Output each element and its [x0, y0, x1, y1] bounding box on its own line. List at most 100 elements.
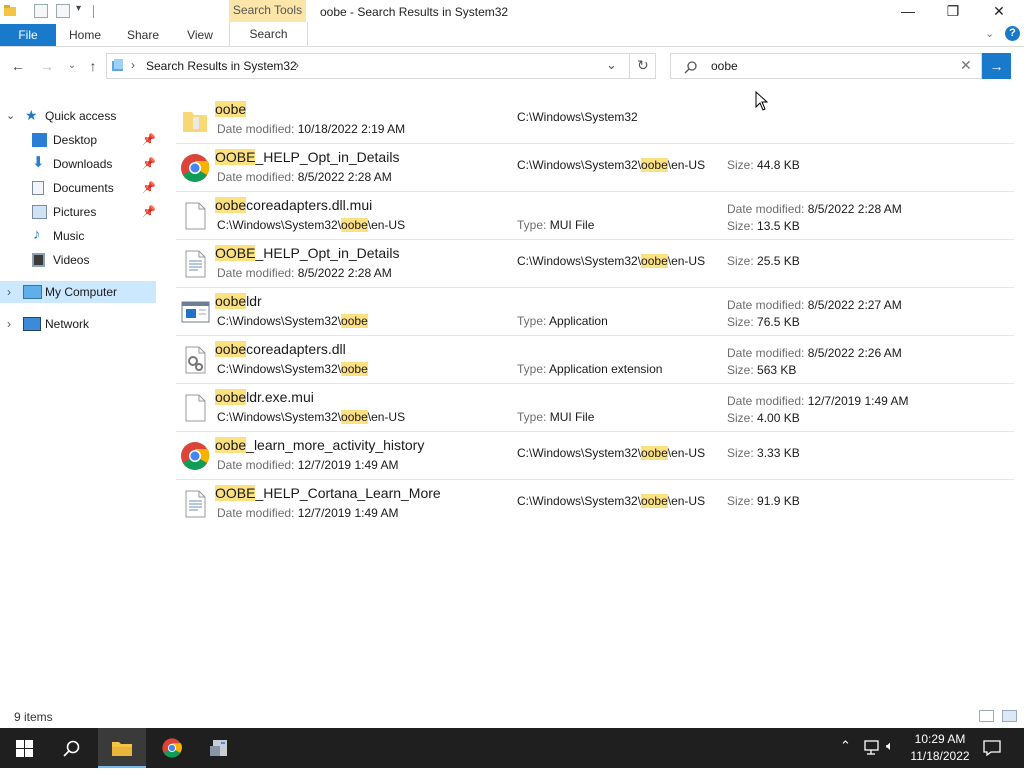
nav-item-desktop[interactable]: Desktop 📌: [0, 129, 156, 151]
result-row[interactable]: oobe_learn_more_activity_history Date mo…: [176, 432, 1014, 480]
properties-icon[interactable]: [34, 4, 48, 18]
window-title: oobe - Search Results in System32: [320, 5, 509, 19]
details-view-icon[interactable]: [979, 710, 994, 722]
clock-time: 10:29 AM: [914, 732, 966, 746]
file-type: Type: MUI File: [517, 218, 594, 232]
size-value: 13.5 KB: [757, 219, 800, 233]
large-icons-view-icon[interactable]: [1002, 710, 1017, 722]
nav-item-documents[interactable]: Documents 📌: [0, 177, 156, 199]
customize-qat-icon[interactable]: ▾: [76, 3, 81, 14]
volume-icon[interactable]: 🔈︎: [886, 738, 894, 754]
result-row[interactable]: oobeldr.exe.mui C:\Windows\System32\oobe…: [176, 384, 1014, 432]
path-part: \en-US: [367, 410, 406, 424]
taskbar-chrome[interactable]: [148, 728, 196, 768]
date-modified: Date modified: 12/7/2019 1:49 AM: [217, 458, 398, 472]
maximize-button[interactable]: ❐: [930, 0, 976, 24]
expand-ribbon-icon[interactable]: ⌄: [985, 27, 994, 40]
minimize-button[interactable]: —: [885, 0, 931, 24]
nav-item-pictures[interactable]: Pictures 📌: [0, 201, 156, 223]
file-name[interactable]: oobecoreadapters.dll: [215, 341, 346, 357]
size-label: Size:: [727, 254, 754, 268]
taskbar-file-explorer[interactable]: [98, 728, 146, 768]
start-button[interactable]: [0, 728, 48, 768]
date-modified: Date modified: 8/5/2022 2:28 AM: [727, 202, 902, 216]
search-input[interactable]: oobe: [711, 59, 738, 73]
file-name[interactable]: OOBE_HELP_Opt_in_Details: [215, 245, 399, 261]
path-part: C:\Windows\System32\: [517, 494, 642, 508]
chevron-right-icon[interactable]: ›: [7, 281, 11, 303]
name-rest: _HELP_Opt_in_Details: [255, 245, 400, 261]
date-value: 8/5/2022 2:28 AM: [297, 266, 392, 280]
file-name[interactable]: OOBE_HELP_Cortana_Learn_More: [215, 485, 441, 501]
date-modified: Date modified: 8/5/2022 2:26 AM: [727, 346, 902, 360]
network-status-icon[interactable]: [863, 740, 880, 755]
date-modified: Date modified: 8/5/2022 2:27 AM: [727, 298, 902, 312]
address-bar[interactable]: › Search Results in System32 › ⌄ ↻: [106, 53, 656, 79]
nav-label: Quick access: [45, 109, 117, 123]
explorer-app-icon[interactable]: [3, 4, 17, 18]
notifications-icon[interactable]: [983, 740, 1001, 756]
nav-item-my-computer[interactable]: › My Computer: [0, 281, 156, 303]
taskbar-search-button[interactable]: [48, 728, 96, 768]
result-row[interactable]: oobecoreadapters.dll C:\Windows\System32…: [176, 336, 1014, 384]
show-hidden-icons[interactable]: ⌃: [840, 738, 851, 754]
chrome-icon: [181, 154, 210, 182]
result-row[interactable]: OOBE_HELP_Cortana_Learn_More Date modifi…: [176, 480, 1014, 527]
address-dropdown-icon[interactable]: ⌄: [606, 57, 617, 73]
tab-view[interactable]: View: [182, 24, 218, 46]
name-highlight: oobe: [215, 341, 247, 357]
tab-home[interactable]: Home: [66, 24, 104, 46]
help-icon[interactable]: ?: [1005, 26, 1020, 41]
chevron-right-icon[interactable]: ›: [7, 313, 11, 335]
folder-icon: [183, 112, 207, 132]
file-name[interactable]: OOBE_HELP_Opt_in_Details: [215, 149, 399, 165]
date-label: Date modified:: [727, 202, 805, 216]
file-name[interactable]: oobe_learn_more_activity_history: [215, 437, 424, 453]
tab-file[interactable]: File: [0, 24, 56, 46]
refresh-icon[interactable]: ↻: [637, 57, 649, 74]
recent-locations-button[interactable]: ⌄: [63, 57, 81, 75]
nav-item-network[interactable]: › Network: [0, 313, 156, 335]
taskbar-server-manager[interactable]: [196, 728, 244, 768]
result-row[interactable]: OOBE_HELP_Opt_in_Details Date modified: …: [176, 144, 1014, 192]
back-button[interactable]: ←: [9, 57, 27, 75]
new-folder-icon[interactable]: [56, 4, 70, 18]
file-name[interactable]: oobeldr: [215, 293, 262, 309]
nav-item-downloads[interactable]: ⬇ Downloads 📌: [0, 153, 156, 175]
path-part: \en-US: [667, 254, 706, 268]
nav-quick-access[interactable]: ⌄ ★ Quick access: [0, 105, 156, 127]
nav-label: Pictures: [53, 205, 97, 219]
breadcrumb-separator: ›: [131, 58, 135, 72]
result-row[interactable]: oobecoreadapters.dll.mui C:\Windows\Syst…: [176, 192, 1014, 240]
path-highlight: oobe: [641, 446, 668, 460]
breadcrumb-separator[interactable]: ›: [295, 58, 299, 72]
file-name[interactable]: oobe: [215, 101, 247, 117]
location: C:\Windows\System32\oobe\en-US: [517, 158, 705, 172]
result-row[interactable]: oobeldr C:\Windows\System32\oobe Type: A…: [176, 288, 1014, 336]
result-row[interactable]: OOBE_HELP_Opt_in_Details Date modified: …: [176, 240, 1014, 288]
divider: [629, 54, 630, 78]
up-button[interactable]: ↑: [84, 57, 102, 75]
search-box[interactable]: oobe ✕: [670, 53, 982, 79]
breadcrumb-search-results[interactable]: Search Results in System32: [146, 59, 297, 73]
system-clock[interactable]: 10:29 AM 11/18/2022: [900, 731, 980, 765]
size-label: Size:: [727, 446, 754, 460]
path-highlight: oobe: [341, 362, 368, 376]
forward-button[interactable]: →: [38, 57, 56, 75]
nav-item-music[interactable]: ♪ Music: [0, 225, 156, 247]
close-button[interactable]: ✕: [976, 0, 1022, 24]
date-label: Date modified:: [727, 298, 805, 312]
date-label: Date modified:: [217, 170, 295, 184]
nav-item-videos[interactable]: Videos: [0, 249, 156, 271]
file-name[interactable]: oobecoreadapters.dll.mui: [215, 197, 372, 213]
search-go-button[interactable]: →: [982, 53, 1011, 79]
name-rest: _HELP_Opt_in_Details: [255, 149, 400, 165]
date-value: 8/5/2022 2:27 AM: [807, 298, 902, 312]
file-name[interactable]: oobeldr.exe.mui: [215, 389, 314, 405]
type-value: Application: [549, 314, 608, 328]
result-row[interactable]: oobe Date modified: 10/18/2022 2:19 AM C…: [176, 96, 1014, 144]
clear-search-icon[interactable]: ✕: [960, 57, 972, 74]
tab-search[interactable]: Search: [229, 22, 308, 46]
tab-share[interactable]: Share: [124, 24, 162, 46]
chevron-down-icon[interactable]: ⌄: [6, 105, 15, 127]
